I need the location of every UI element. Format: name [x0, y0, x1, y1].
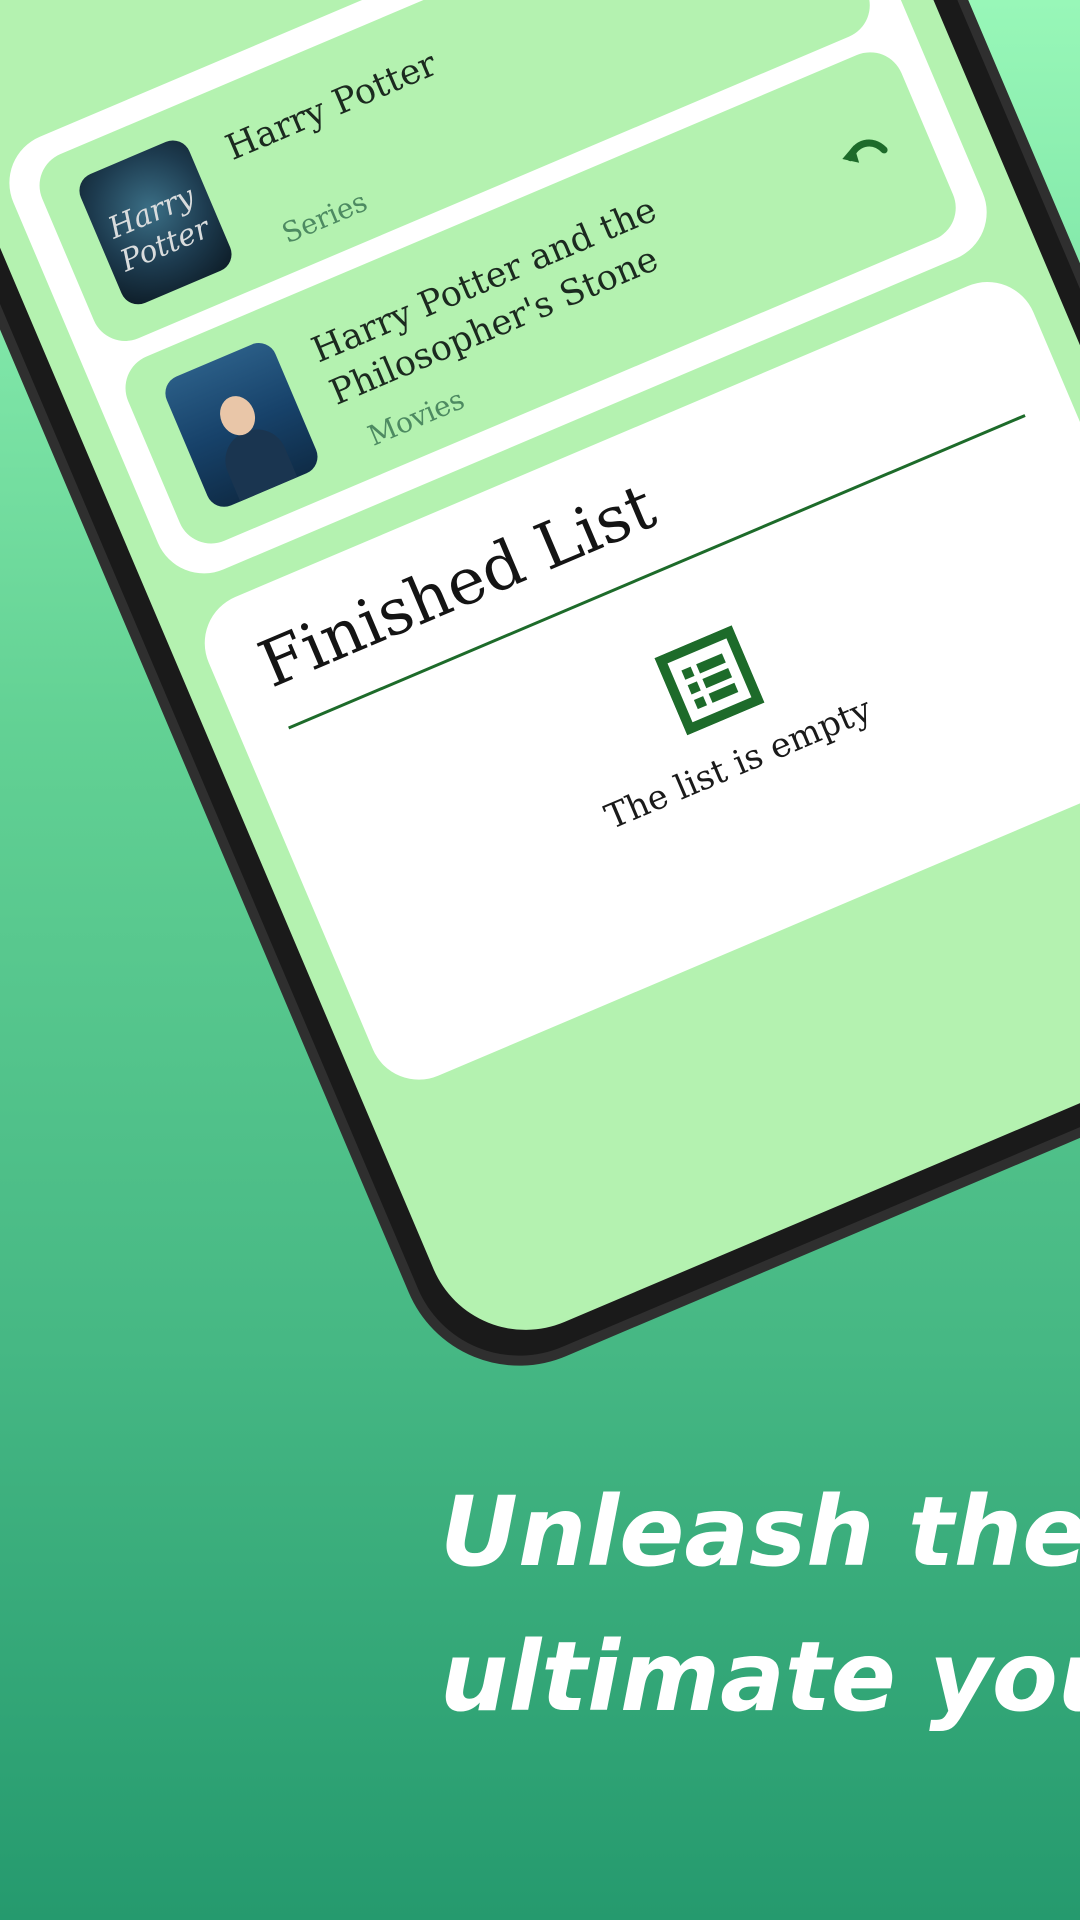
tagline: Unleash the ultimate you [440, 1460, 1080, 1750]
phone-frame: Harry Potter Harry Potter Series Harry P… [0, 0, 1080, 1403]
series-poster: Harry Potter [73, 134, 238, 310]
undo-icon[interactable] [829, 121, 902, 194]
poster-logo: Harry Potter [103, 179, 215, 280]
item-category: Series [277, 184, 372, 251]
list-icon [654, 625, 765, 736]
tagline-line-1: Unleash the [440, 1476, 1080, 1588]
tagline-line-2: ultimate you [440, 1621, 1080, 1733]
movie-poster [159, 337, 324, 513]
phone-screen: Harry Potter Harry Potter Series Harry P… [0, 0, 1080, 1361]
